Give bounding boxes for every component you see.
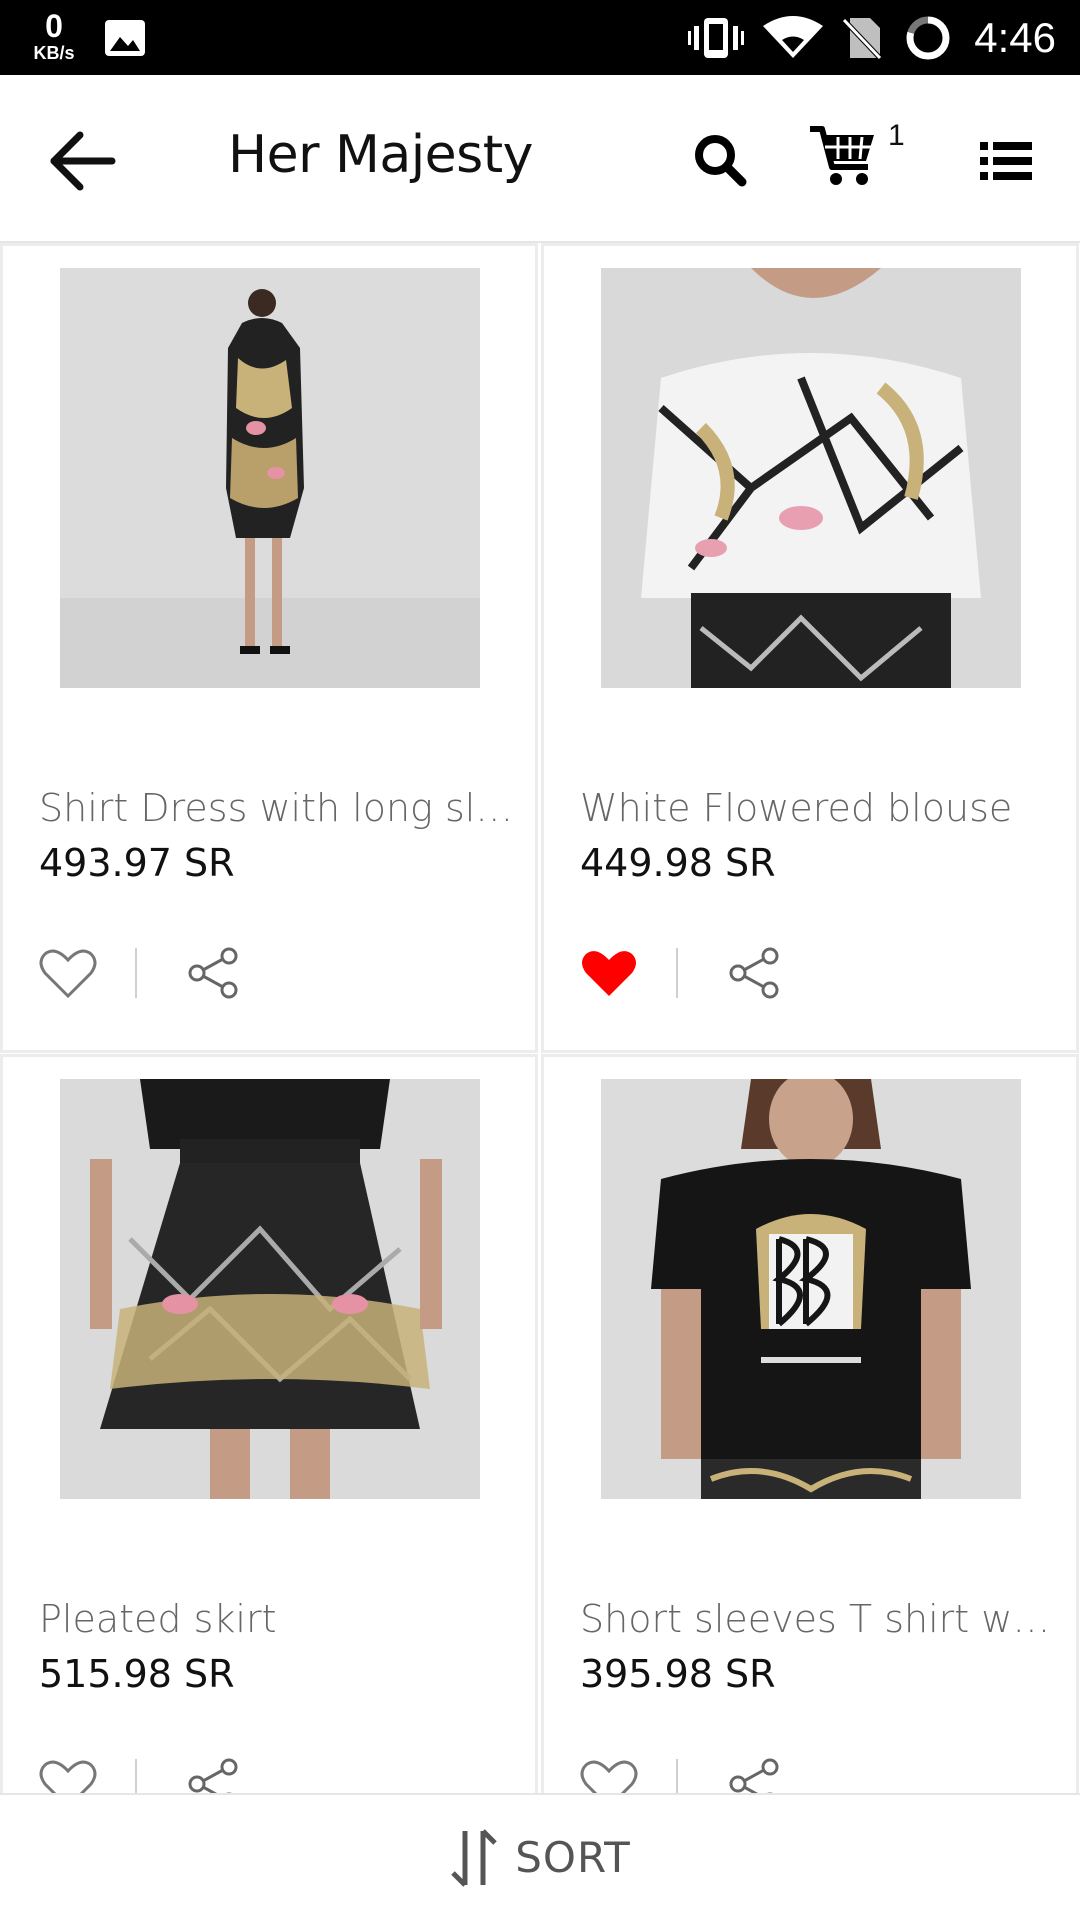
battery-icon xyxy=(905,0,951,75)
product-actions xyxy=(580,1747,880,1793)
share-icon xyxy=(729,947,779,999)
action-divider xyxy=(135,948,137,998)
product-card[interactable]: Shirt Dress with long slee... 493.97 SR xyxy=(0,243,538,1053)
toolbar: Her Majesty 1 xyxy=(0,75,1080,243)
network-speed-unit: KB/s xyxy=(33,43,75,63)
search-icon xyxy=(695,135,747,187)
share-icon xyxy=(188,1758,238,1793)
cart-count-badge: 1 xyxy=(888,119,905,152)
product-image[interactable] xyxy=(601,1079,1021,1499)
list-view-button[interactable] xyxy=(975,130,1037,192)
product-price: 395.98 SR xyxy=(580,1652,776,1696)
list-icon xyxy=(980,142,1032,180)
product-card[interactable]: Short sleeves T shirt with... 395.98 SR xyxy=(541,1054,1079,1793)
share-button[interactable] xyxy=(187,946,243,1002)
sort-icon xyxy=(451,1828,498,1887)
sort-button[interactable]: SORT xyxy=(0,1793,1080,1920)
heart-outline-icon xyxy=(580,1760,638,1793)
page-title: Her Majesty xyxy=(228,125,533,185)
product-card[interactable]: White Flowered blouse 449.98 SR xyxy=(541,243,1079,1053)
product-name[interactable]: Pleated skirt xyxy=(39,1597,519,1641)
favorite-button[interactable] xyxy=(580,946,640,1002)
product-image[interactable] xyxy=(60,1079,480,1499)
share-button[interactable] xyxy=(728,946,784,1002)
heart-filled-icon xyxy=(582,951,636,996)
wifi-icon xyxy=(762,0,824,75)
heart-outline-icon xyxy=(39,949,97,999)
no-sim-icon xyxy=(842,0,882,75)
action-divider xyxy=(676,1759,678,1793)
network-speed-value: 0 xyxy=(45,8,63,44)
gallery-icon xyxy=(104,0,146,75)
vibrate-icon xyxy=(688,0,744,75)
network-speed: 0 KB/s xyxy=(26,10,82,62)
product-card[interactable]: Pleated skirt 515.98 SR xyxy=(0,1054,538,1793)
status-bar: 0 KB/s 4:46 xyxy=(0,0,1080,75)
heart-outline-icon xyxy=(39,1760,97,1793)
cart-button[interactable] xyxy=(808,123,898,197)
search-button[interactable] xyxy=(680,125,760,195)
product-actions xyxy=(39,1747,339,1793)
action-divider xyxy=(135,1759,137,1793)
back-button[interactable] xyxy=(44,123,120,199)
favorite-button[interactable] xyxy=(39,946,99,1002)
product-image[interactable] xyxy=(60,268,480,688)
share-button[interactable] xyxy=(187,1757,243,1793)
product-price: 449.98 SR xyxy=(580,841,776,885)
action-divider xyxy=(676,948,678,998)
product-price: 493.97 SR xyxy=(39,841,235,885)
cart-icon xyxy=(810,126,874,185)
product-name[interactable]: White Flowered blouse xyxy=(580,786,1060,830)
product-name[interactable]: Shirt Dress with long slee... xyxy=(39,786,519,830)
share-button[interactable] xyxy=(728,1757,784,1793)
clock: 4:46 xyxy=(974,13,1056,61)
product-name[interactable]: Short sleeves T shirt with... xyxy=(580,1597,1060,1641)
favorite-button[interactable] xyxy=(39,1757,99,1793)
product-image[interactable] xyxy=(601,268,1021,688)
product-actions xyxy=(580,936,880,1016)
sort-label: SORT xyxy=(515,1833,631,1882)
favorite-button[interactable] xyxy=(580,1757,640,1793)
share-icon xyxy=(729,1758,779,1793)
product-grid: Shirt Dress with long slee... 493.97 SR xyxy=(0,243,1080,1793)
share-icon xyxy=(188,947,238,999)
back-arrow-icon xyxy=(50,131,116,191)
product-price: 515.98 SR xyxy=(39,1652,235,1696)
product-actions xyxy=(39,936,339,1016)
